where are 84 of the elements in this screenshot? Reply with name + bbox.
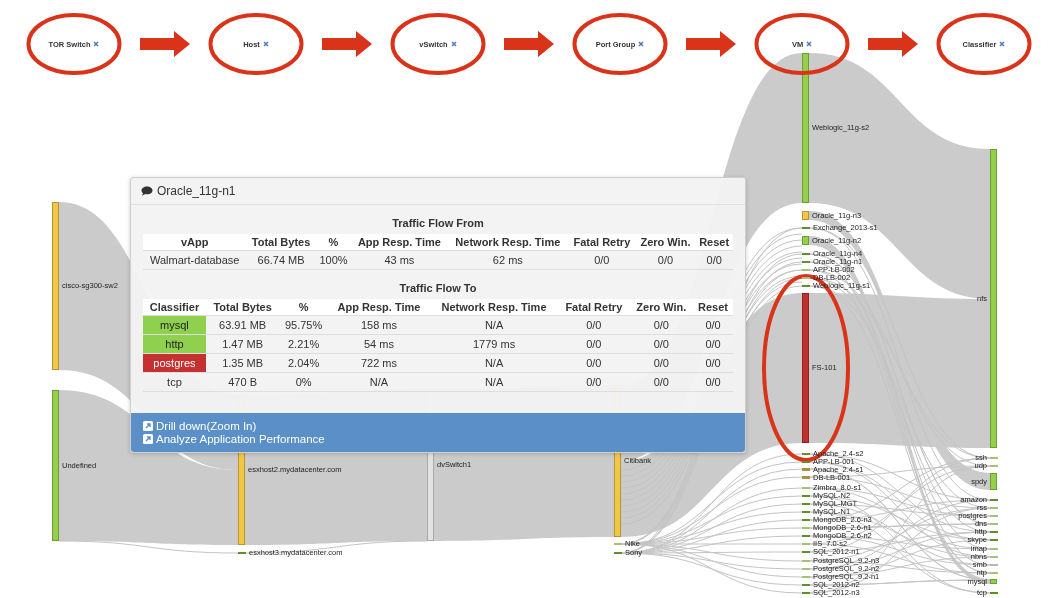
table-cell: 63.91 MB xyxy=(205,315,280,335)
close-icon[interactable] xyxy=(262,41,269,47)
table-cell: 43 ms xyxy=(351,250,448,270)
column-header: Total Bytes xyxy=(246,234,316,251)
annotation-arrow xyxy=(140,31,190,57)
annotation-arrow xyxy=(868,31,918,57)
node-bar[interactable] xyxy=(802,293,809,443)
table-cell: N/A xyxy=(430,315,559,335)
table-cell: 0/0 xyxy=(558,372,630,392)
column-header: Fatal Retry xyxy=(568,234,636,251)
table-cell: 1.35 MB xyxy=(205,353,280,373)
close-icon[interactable] xyxy=(999,41,1006,47)
node-bar[interactable] xyxy=(990,149,997,448)
external-link-icon xyxy=(143,434,153,444)
column-header: Network Resp. Time xyxy=(447,234,569,251)
column-header: Zero Win. xyxy=(629,299,694,316)
table-cell: 1.47 MB xyxy=(205,334,280,354)
node-bar[interactable] xyxy=(802,236,809,245)
node-bar[interactable] xyxy=(802,468,810,471)
column-header: Classifier xyxy=(143,299,206,316)
column-header: vApp xyxy=(143,234,247,251)
node-bar[interactable] xyxy=(52,390,59,541)
table-cell: 0/0 xyxy=(693,353,733,373)
table-cell: 0/0 xyxy=(629,334,694,354)
table-cell: 66.74 MB xyxy=(246,250,316,270)
close-icon[interactable] xyxy=(806,41,813,47)
section-heading: Traffic Flow From xyxy=(392,217,484,229)
annotation-arrow xyxy=(504,31,554,57)
table-cell: 0/0 xyxy=(558,334,630,354)
popup-title: Oracle_11g-n1 xyxy=(157,184,236,198)
table-cell: tcp xyxy=(143,372,206,392)
table-cell: 0/0 xyxy=(629,315,694,335)
table-cell: Walmart-database xyxy=(143,250,247,270)
table-cell: 0/0 xyxy=(693,372,733,392)
column-header: Zero Win. xyxy=(635,234,696,251)
column-header: App Resp. Time xyxy=(351,234,448,251)
table-cell: 0/0 xyxy=(558,315,630,335)
close-icon[interactable] xyxy=(450,41,457,47)
chat-bubble-icon xyxy=(141,186,153,196)
node-bar[interactable] xyxy=(990,473,997,490)
node-bar[interactable] xyxy=(802,53,809,203)
table-cell: 2.04% xyxy=(279,353,328,373)
node-bar[interactable] xyxy=(802,211,809,220)
table-cell: 0/0 xyxy=(568,250,636,270)
column-header: % xyxy=(279,299,328,316)
node-bar[interactable] xyxy=(802,476,810,479)
close-icon[interactable] xyxy=(93,41,100,47)
table-cell: 722 ms xyxy=(327,353,431,373)
table-cell: 0/0 xyxy=(693,315,733,335)
table-cell: 54 ms xyxy=(327,334,431,354)
table-cell: http xyxy=(143,334,206,354)
node-bar[interactable] xyxy=(990,579,997,584)
table-cell: postgres xyxy=(143,353,206,373)
table-cell: 470 B xyxy=(205,372,280,392)
external-link-icon xyxy=(143,421,153,431)
table-cell: 0/0 xyxy=(629,353,694,373)
annotation-arrow xyxy=(322,31,372,57)
table-cell: 2.21% xyxy=(279,334,328,354)
table-cell: 158 ms xyxy=(327,315,431,335)
close-icon[interactable] xyxy=(638,41,645,47)
column-header: Total Bytes xyxy=(205,299,280,316)
annotation-arrow xyxy=(686,31,736,57)
section-heading: Traffic Flow To xyxy=(399,282,477,294)
table-cell: N/A xyxy=(430,372,559,392)
column-header: % xyxy=(315,234,352,251)
table-cell: 0% xyxy=(279,372,328,392)
table-cell: 1779 ms xyxy=(430,334,559,354)
column-header: Fatal Retry xyxy=(558,299,630,316)
table-cell: 62 ms xyxy=(447,250,569,270)
table-cell: N/A xyxy=(327,372,431,392)
table-cell: 95.75% xyxy=(279,315,328,335)
column-header: App Resp. Time xyxy=(327,299,431,316)
node-bar[interactable] xyxy=(52,202,59,370)
table-cell: 0/0 xyxy=(695,250,733,270)
column-header: Reset xyxy=(693,299,733,316)
table-cell: 0/0 xyxy=(629,372,694,392)
table-cell: mysql xyxy=(143,315,206,335)
table-cell: 0/0 xyxy=(635,250,696,270)
table-cell: 0/0 xyxy=(558,353,630,373)
table-cell: N/A xyxy=(430,353,559,373)
column-header: Network Resp. Time xyxy=(430,299,559,316)
table-cell: 100% xyxy=(315,250,352,270)
column-header: Reset xyxy=(695,234,733,251)
table-cell: 0/0 xyxy=(693,334,733,354)
